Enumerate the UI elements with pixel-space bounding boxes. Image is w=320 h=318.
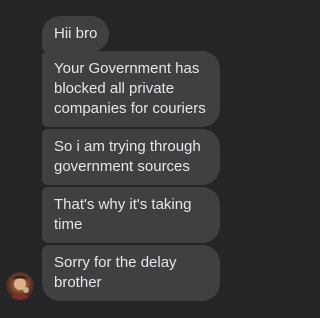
sender-avatar[interactable] [6,272,34,300]
chat-thread: Hii bro Your Government has blocked all … [0,0,287,318]
message-bubble[interactable]: So i am trying through government source… [42,129,220,185]
avatar-image-icon [6,272,34,300]
message-bubble[interactable]: Your Government has blocked all private … [42,51,220,127]
message-bubble[interactable]: Hii bro [42,16,110,52]
message-bubble[interactable]: Sorry for the delay brother [42,245,220,301]
message-bubble[interactable]: That's why it's taking time [42,187,220,243]
incoming-message-group: Hii bro Your Government has blocked all … [0,0,287,318]
